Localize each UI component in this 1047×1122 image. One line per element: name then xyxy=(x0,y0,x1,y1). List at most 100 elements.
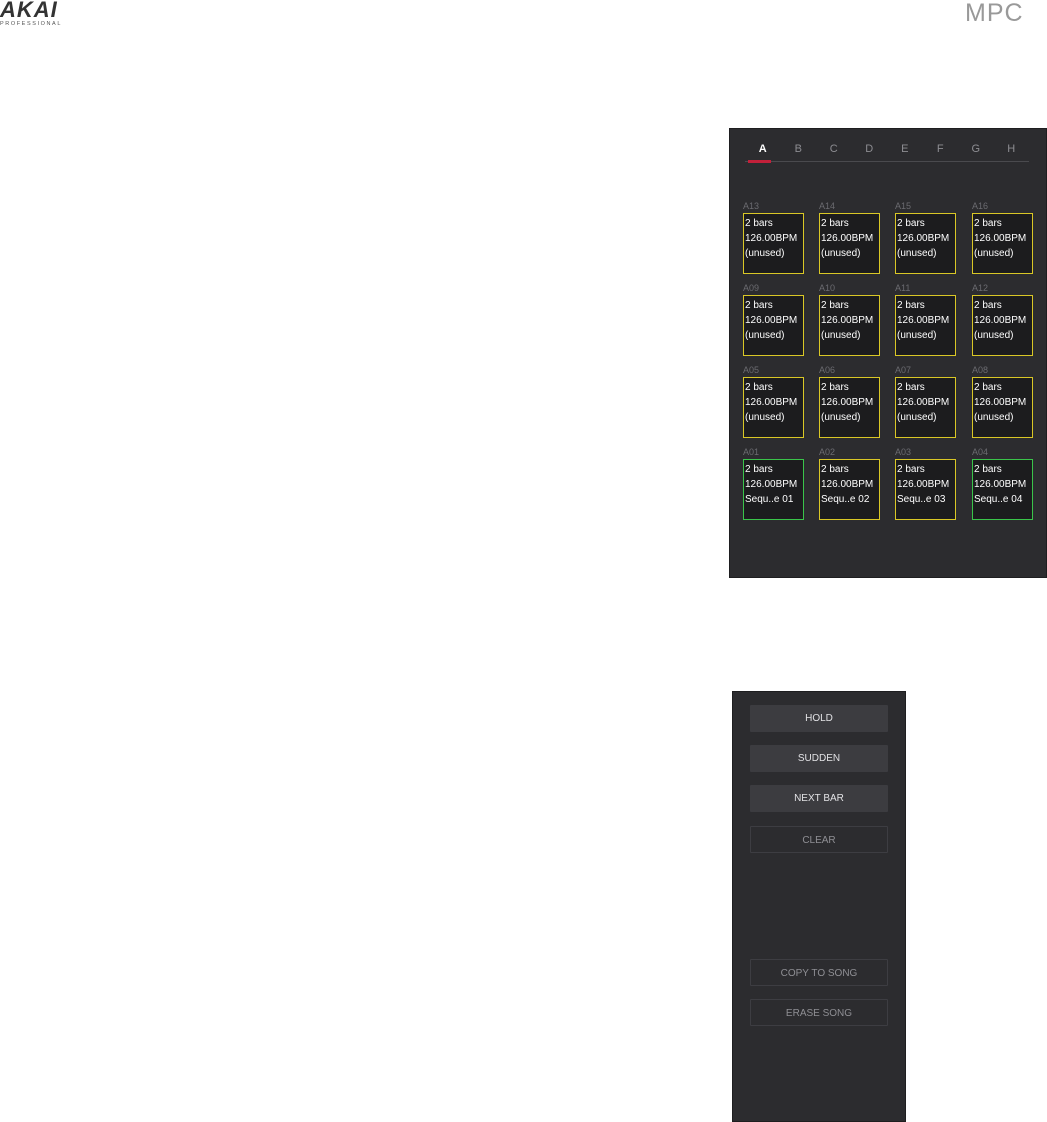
pad-cell: A01 2 bars 126.00BPM Sequ..e 01 xyxy=(743,447,805,520)
pad-button[interactable]: 2 bars 126.00BPM (unused) xyxy=(743,377,804,438)
pad-button[interactable]: 2 bars 126.00BPM (unused) xyxy=(972,377,1033,438)
launch-options-panel: HOLD SUDDEN NEXT BAR CLEAR COPY TO SONG … xyxy=(732,691,906,1122)
pad-cell: A04 2 bars 126.00BPM Sequ..e 04 xyxy=(972,447,1034,520)
pad-bars: 2 bars xyxy=(974,382,1002,393)
tab-bank-d[interactable]: D xyxy=(852,141,888,161)
pad-button[interactable]: 2 bars 126.00BPM (unused) xyxy=(743,295,804,356)
pad-button[interactable]: 2 bars 126.00BPM Sequ..e 03 xyxy=(895,459,956,520)
pad-sequence-name: Sequ..e 01 xyxy=(745,494,794,505)
pad-tempo: 126.00BPM xyxy=(897,397,950,408)
clear-button[interactable]: CLEAR xyxy=(750,826,888,853)
pad-number: A09 xyxy=(743,283,760,293)
pad-tempo: 126.00BPM xyxy=(897,233,950,244)
pad-sequence-name: Sequ..e 03 xyxy=(897,494,946,505)
pad-cell: A13 2 bars 126.00BPM (unused) xyxy=(743,201,805,274)
pad-cell: A09 2 bars 126.00BPM (unused) xyxy=(743,283,805,356)
pad-button[interactable]: 2 bars 126.00BPM (unused) xyxy=(819,377,880,438)
akai-logo-word: AKAI xyxy=(0,0,58,22)
pad-number: A06 xyxy=(819,365,836,375)
pad-button[interactable]: 2 bars 126.00BPM (unused) xyxy=(819,213,880,274)
pad-tempo: 126.00BPM xyxy=(821,479,874,490)
pad-cell: A06 2 bars 126.00BPM (unused) xyxy=(819,365,881,438)
pad-tempo: 126.00BPM xyxy=(821,397,874,408)
pad-button[interactable]: 2 bars 126.00BPM Sequ..e 02 xyxy=(819,459,880,520)
pad-number: A03 xyxy=(895,447,912,457)
tab-bank-h[interactable]: H xyxy=(994,141,1030,161)
pad-button[interactable]: 2 bars 126.00BPM (unused) xyxy=(895,295,956,356)
pad-button[interactable]: 2 bars 126.00BPM (unused) xyxy=(972,213,1033,274)
akai-logo: AKAI PROFESSIONAL xyxy=(0,0,62,28)
pad-bars: 2 bars xyxy=(745,300,773,311)
pad-sequence-name: (unused) xyxy=(897,412,937,423)
pad-button[interactable]: 2 bars 126.00BPM (unused) xyxy=(819,295,880,356)
pad-bars: 2 bars xyxy=(821,218,849,229)
pad-tempo: 126.00BPM xyxy=(745,479,798,490)
pad-button[interactable]: 2 bars 126.00BPM (unused) xyxy=(743,213,804,274)
pad-cell: A12 2 bars 126.00BPM (unused) xyxy=(972,283,1034,356)
pad-cell: A03 2 bars 126.00BPM Sequ..e 03 xyxy=(895,447,957,520)
pad-tempo: 126.00BPM xyxy=(897,479,950,490)
tab-bank-b[interactable]: B xyxy=(781,141,817,161)
pad-cell: A11 2 bars 126.00BPM (unused) xyxy=(895,283,957,356)
pad-number: A13 xyxy=(743,201,760,211)
pad-tempo: 126.00BPM xyxy=(974,233,1027,244)
pad-sequence-name: (unused) xyxy=(821,248,861,259)
tab-bank-f[interactable]: F xyxy=(923,141,959,161)
pad-sequence-name: (unused) xyxy=(745,330,785,341)
pad-number: A08 xyxy=(972,365,989,375)
hold-button[interactable]: HOLD xyxy=(750,705,888,732)
pad-bars: 2 bars xyxy=(821,464,849,475)
pad-bars: 2 bars xyxy=(745,382,773,393)
pad-sequence-name: (unused) xyxy=(897,330,937,341)
erase-song-button[interactable]: ERASE SONG xyxy=(750,999,888,1026)
pad-bars: 2 bars xyxy=(821,382,849,393)
pad-button[interactable]: 2 bars 126.00BPM Sequ..e 04 xyxy=(972,459,1033,520)
pad-bars: 2 bars xyxy=(745,218,773,229)
pad-cell: A10 2 bars 126.00BPM (unused) xyxy=(819,283,881,356)
akai-logo-subtitle: PROFESSIONAL xyxy=(0,21,62,27)
pad-cell: A07 2 bars 126.00BPM (unused) xyxy=(895,365,957,438)
tab-bank-e[interactable]: E xyxy=(887,141,923,161)
sudden-button[interactable]: SUDDEN xyxy=(750,745,888,772)
pad-button[interactable]: 2 bars 126.00BPM (unused) xyxy=(972,295,1033,356)
pad-sequence-name: (unused) xyxy=(745,412,785,423)
pad-bars: 2 bars xyxy=(974,300,1002,311)
pad-sequence-name: Sequ..e 04 xyxy=(974,494,1023,505)
pad-cell: A16 2 bars 126.00BPM (unused) xyxy=(972,201,1034,274)
pad-tempo: 126.00BPM xyxy=(821,233,874,244)
pad-sequence-name: (unused) xyxy=(974,248,1014,259)
copy-to-song-button[interactable]: COPY TO SONG xyxy=(750,959,888,986)
pad-number: A11 xyxy=(895,283,911,293)
next-bar-button[interactable]: NEXT BAR xyxy=(750,785,888,812)
tab-bank-a[interactable]: A xyxy=(745,141,781,163)
pad-bars: 2 bars xyxy=(897,382,925,393)
pad-number: A10 xyxy=(819,283,836,293)
bank-tabs: A B C D E F G H xyxy=(745,141,1030,163)
pad-bars: 2 bars xyxy=(821,300,849,311)
tab-bank-g[interactable]: G xyxy=(958,141,994,161)
pad-tempo: 126.00BPM xyxy=(897,315,950,326)
pad-button[interactable]: 2 bars 126.00BPM (unused) xyxy=(895,213,956,274)
pad-tempo: 126.00BPM xyxy=(821,315,874,326)
pad-number: A05 xyxy=(743,365,760,375)
pad-bars: 2 bars xyxy=(745,464,773,475)
pad-button[interactable]: 2 bars 126.00BPM (unused) xyxy=(895,377,956,438)
pad-bank-panel: A B C D E F G H A13 2 bars 126.00BPM (unus… xyxy=(729,128,1047,578)
tab-bank-c[interactable]: C xyxy=(816,141,852,161)
pad-number: A16 xyxy=(972,201,989,211)
pad-tempo: 126.00BPM xyxy=(745,233,798,244)
pad-number: A01 xyxy=(743,447,760,457)
pad-number: A04 xyxy=(972,447,989,457)
pad-tempo: 126.00BPM xyxy=(974,315,1027,326)
pad-sequence-name: (unused) xyxy=(897,248,937,259)
pad-cell: A14 2 bars 126.00BPM (unused) xyxy=(819,201,881,274)
pad-number: A12 xyxy=(972,283,989,293)
pad-sequence-name: (unused) xyxy=(974,330,1014,341)
pad-sequence-name: (unused) xyxy=(821,330,861,341)
pad-cell: A05 2 bars 126.00BPM (unused) xyxy=(743,365,805,438)
pad-tempo: 126.00BPM xyxy=(974,397,1027,408)
pad-cell: A15 2 bars 126.00BPM (unused) xyxy=(895,201,957,274)
pad-number: A14 xyxy=(819,201,836,211)
pad-button[interactable]: 2 bars 126.00BPM Sequ..e 01 xyxy=(743,459,804,520)
pad-tempo: 126.00BPM xyxy=(745,397,798,408)
